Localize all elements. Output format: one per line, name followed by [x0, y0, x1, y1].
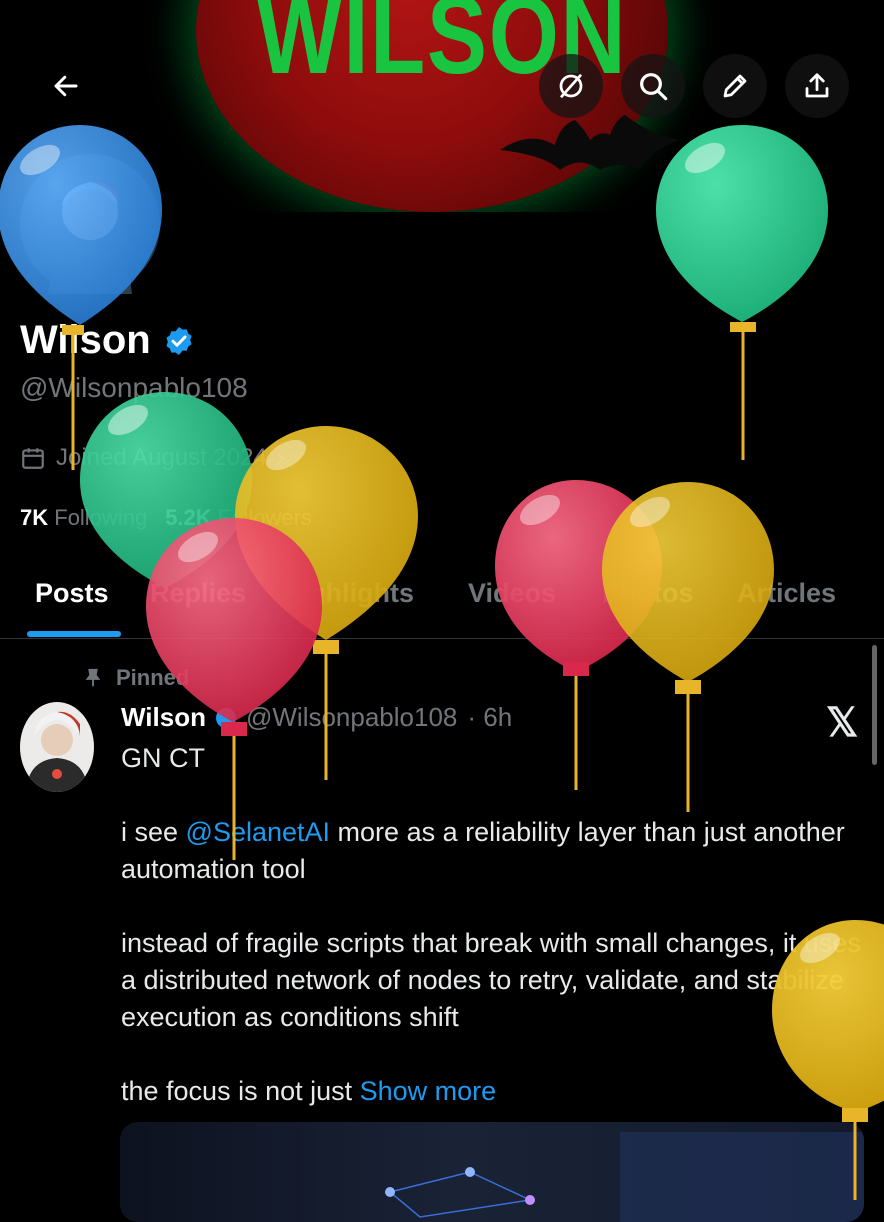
- tab-highlights[interactable]: Highlights: [282, 578, 414, 609]
- bat-icon: [500, 115, 680, 170]
- back-button[interactable]: [34, 54, 98, 118]
- following-link[interactable]: 7K Following: [20, 505, 147, 531]
- post-media-image[interactable]: [120, 1122, 864, 1222]
- followers-label: Followers: [217, 505, 312, 530]
- tab-videos[interactable]: Videos: [468, 578, 556, 609]
- scrollbar[interactable]: [872, 645, 877, 765]
- calendar-icon: [22, 448, 44, 469]
- network-graphic: [385, 1132, 864, 1222]
- edit-profile-button[interactable]: [703, 54, 767, 118]
- avatar-illustration: [20, 154, 160, 294]
- post-body[interactable]: GN CT i see @SelanetAI more as a reliabi…: [121, 740, 861, 1110]
- verified-badge-icon: [215, 707, 236, 728]
- following-count: 7K: [20, 505, 49, 530]
- post-header: Wilson @Wilsonpablo108 · 6h: [121, 702, 512, 733]
- profile-avatar[interactable]: [16, 150, 164, 298]
- profile-name: Wilson: [20, 318, 195, 363]
- tab-replies[interactable]: Replies: [150, 578, 246, 609]
- arrow-left-icon: [54, 75, 78, 97]
- profile-name-text: Wilson: [20, 318, 151, 362]
- joined-text: Joined August 2024: [56, 444, 267, 471]
- pinned-label: Pinned: [82, 665, 189, 691]
- mention-link[interactable]: @SelanetAI: [186, 817, 331, 847]
- search-icon: [640, 73, 668, 101]
- profile-tabs: Posts Replies Highlights Videos Photos A…: [0, 560, 884, 639]
- post-author-handle[interactable]: @Wilsonpablo108: [246, 702, 457, 733]
- grok-button[interactable]: [539, 54, 603, 118]
- post-paragraph-4: the focus is not just Show more: [121, 1076, 496, 1106]
- profile-handle: @Wilsonpablo108: [20, 372, 248, 403]
- post-time[interactable]: · 6h: [467, 702, 512, 733]
- following-label: Following: [54, 505, 148, 530]
- pinned-text: Pinned: [116, 665, 190, 690]
- tab-photos[interactable]: Photos: [602, 578, 694, 609]
- show-more-link[interactable]: Show more: [360, 1076, 497, 1106]
- edit-icon: [723, 74, 747, 98]
- balloon-green: [80, 392, 252, 588]
- post-paragraph-2: i see @SelanetAI more as a reliability l…: [121, 817, 845, 884]
- active-tab-indicator: [27, 631, 121, 637]
- tab-articles[interactable]: Articles: [737, 578, 836, 609]
- post-text-segment: i see: [121, 817, 186, 847]
- post-line-1: GN CT: [121, 743, 205, 773]
- avatar-illustration: [20, 702, 94, 792]
- chevron-right-icon: ›: [276, 444, 285, 471]
- followers-count: 5.2K: [165, 505, 212, 530]
- share-button[interactable]: [785, 54, 849, 118]
- pin-icon: [85, 668, 101, 687]
- followers-link[interactable]: 5.2K Followers: [165, 505, 312, 531]
- verified-badge-icon[interactable]: [163, 325, 195, 357]
- grok-icon: [559, 73, 583, 99]
- post-author-avatar[interactable]: [20, 702, 94, 792]
- share-icon: [805, 73, 829, 98]
- post-paragraph-3: instead of fragile scripts that break wi…: [121, 928, 861, 1032]
- banner-title: WILSON: [256, 0, 628, 97]
- tab-posts[interactable]: Posts: [35, 578, 109, 609]
- post-text-segment: the focus is not just: [121, 1076, 360, 1106]
- follow-stats: 7K Following 5.2K Followers: [20, 505, 312, 531]
- joined-date[interactable]: Joined August 2024 ›: [20, 444, 285, 472]
- search-button[interactable]: [621, 54, 685, 118]
- post-author-name[interactable]: Wilson: [121, 702, 206, 733]
